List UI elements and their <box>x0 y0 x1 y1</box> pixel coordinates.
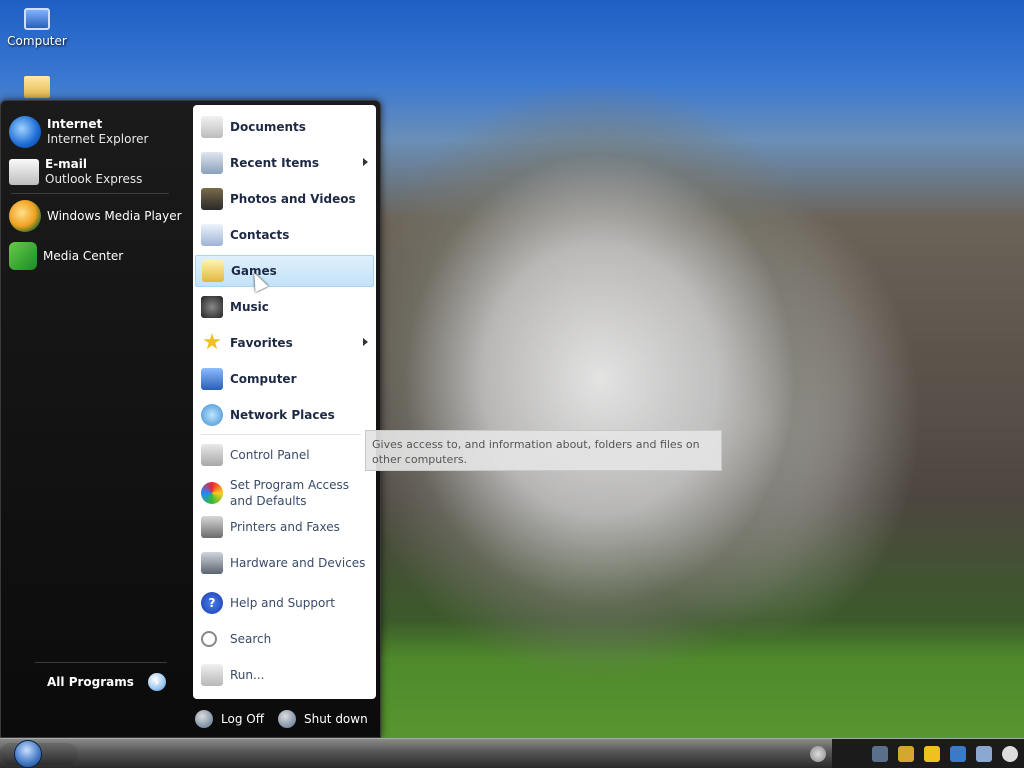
computer-icon <box>24 8 50 30</box>
games-folder-icon <box>202 260 224 282</box>
printer-icon <box>201 516 223 538</box>
network-globe-icon <box>201 404 223 426</box>
menu-item-favorites[interactable]: ★ Favorites <box>195 327 374 359</box>
log-off-icon <box>195 710 213 728</box>
divider <box>201 434 361 435</box>
menu-item-set-program-access[interactable]: Set Program Access and Defaults <box>195 475 374 511</box>
all-programs-label: All Programs <box>47 675 134 689</box>
menu-item-label: Recent Items <box>230 156 320 170</box>
menu-item-network-places[interactable]: Network Places <box>195 399 374 431</box>
menu-item-label: Search <box>230 632 272 646</box>
taskbar <box>0 738 1024 768</box>
menu-item-documents[interactable]: Documents <box>195 111 374 143</box>
program-access-icon <box>201 482 223 504</box>
menu-item-label: Photos and Videos <box>230 192 356 206</box>
search-icon[interactable] <box>872 746 888 762</box>
menu-item-label: Set Program Access and Defaults <box>230 478 350 508</box>
desktop-icon-label: Computer <box>7 34 67 48</box>
run-icon <box>201 664 223 686</box>
start-menu-left-pane: Internet Internet Explorer E-mail Outloo… <box>3 105 189 735</box>
log-off-button[interactable]: Log Off <box>195 710 264 728</box>
start-menu: Internet Internet Explorer E-mail Outloo… <box>0 100 381 738</box>
menu-item-help-support[interactable]: ? Help and Support <box>195 587 374 619</box>
menu-item-search[interactable]: Search <box>195 623 374 655</box>
arrow-right-icon: › <box>147 673 166 691</box>
start-menu-right-pane: Documents Recent Items Photos and Videos… <box>193 105 376 699</box>
menu-item-label: Computer <box>230 372 297 386</box>
recent-media-center[interactable]: Media Center <box>9 237 185 275</box>
start-button[interactable] <box>14 740 42 768</box>
mail-icon <box>9 159 39 185</box>
power-icon <box>277 710 296 728</box>
menu-item-printers-faxes[interactable]: Printers and Faxes <box>195 511 374 543</box>
all-programs-button[interactable]: All Programs › <box>47 673 166 691</box>
envelope-icon <box>24 76 50 98</box>
menu-item-computer[interactable]: Computer <box>195 363 374 395</box>
menu-item-label: Contacts <box>230 228 290 242</box>
menu-item-recent-items[interactable]: Recent Items <box>195 147 374 179</box>
star-icon: ★ <box>202 330 222 355</box>
film-strip-icon <box>201 188 223 210</box>
menu-item-label: Music <box>230 300 269 314</box>
chevron-right-icon <box>363 158 368 166</box>
shut-down-button[interactable]: Shut down <box>277 710 368 728</box>
menu-item-control-panel[interactable]: Control Panel <box>195 439 374 471</box>
menu-item-label: Control Panel <box>230 448 310 462</box>
hardware-icon <box>201 552 223 574</box>
system-tray <box>832 739 1024 768</box>
menu-item-label: Printers and Faxes <box>230 520 340 534</box>
pinned-title: Internet <box>47 117 103 131</box>
desktop-icon-computer[interactable]: Computer <box>0 4 74 48</box>
pinned-subtitle: Outlook Express <box>45 172 143 186</box>
network-icon[interactable] <box>950 746 966 762</box>
menu-item-photos-videos[interactable]: Photos and Videos <box>195 183 374 215</box>
show-hidden-icons-button[interactable] <box>810 746 826 762</box>
shut-down-label: Shut down <box>303 712 368 726</box>
menu-item-music[interactable]: Music <box>195 291 374 323</box>
contacts-icon <box>201 224 223 246</box>
computer-icon <box>201 368 223 390</box>
music-icon <box>201 296 223 318</box>
menu-item-label: Hardware and Devices <box>230 556 366 570</box>
pinned-subtitle: Internet Explorer <box>47 132 149 146</box>
clock-icon[interactable] <box>1002 746 1018 762</box>
menu-item-label: Documents <box>230 120 306 134</box>
lightning-icon[interactable] <box>924 746 940 762</box>
recent-windows-media-player[interactable]: Windows Media Player <box>9 197 185 235</box>
search-icon <box>201 631 217 647</box>
internet-explorer-icon <box>9 116 41 148</box>
start-menu-footer: Log Off Shut down <box>193 704 376 734</box>
log-off-label: Log Off <box>221 712 264 726</box>
recent-label: Media Center <box>43 249 124 263</box>
menu-item-games[interactable]: Games <box>195 255 374 287</box>
recent-label: Windows Media Player <box>47 209 182 223</box>
control-panel-icon <box>201 444 223 466</box>
window-icon[interactable] <box>976 746 992 762</box>
bell-icon[interactable] <box>898 746 914 762</box>
media-center-icon <box>9 242 37 270</box>
menu-item-run[interactable]: Run... <box>195 659 374 691</box>
pinned-email[interactable]: E-mail Outlook Express <box>9 153 185 191</box>
menu-item-label: Help and Support <box>230 596 335 610</box>
menu-item-label: Favorites <box>230 336 293 350</box>
menu-item-hardware-devices[interactable]: Hardware and Devices <box>195 547 374 579</box>
menu-item-contacts[interactable]: Contacts <box>195 219 374 251</box>
chevron-right-icon <box>363 338 368 346</box>
menu-item-label: Network Places <box>230 408 335 422</box>
media-player-icon <box>9 200 41 232</box>
pinned-title: E-mail <box>45 157 88 171</box>
desktop-icon-mail[interactable] <box>0 76 74 102</box>
divider <box>11 193 169 194</box>
help-icon: ? <box>201 592 223 614</box>
pinned-internet[interactable]: Internet Internet Explorer <box>9 113 185 151</box>
documents-folder-icon <box>201 116 223 138</box>
recent-items-icon <box>201 152 223 174</box>
tooltip: Gives access to, and information about, … <box>365 430 722 471</box>
menu-item-label: Run... <box>230 668 265 682</box>
divider <box>35 662 167 663</box>
